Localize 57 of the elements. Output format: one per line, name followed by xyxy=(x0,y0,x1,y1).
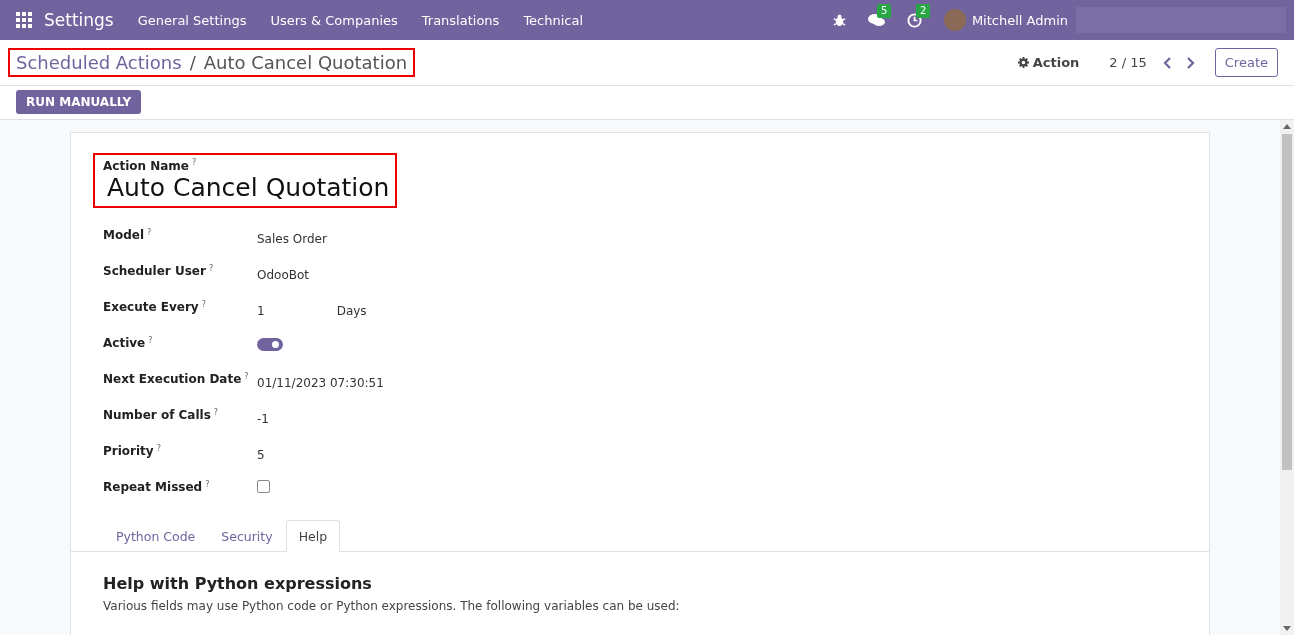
menu-item[interactable]: General Settings xyxy=(137,12,247,28)
field-label: Priority $^{?}$ xyxy=(103,443,162,460)
tab[interactable]: Security xyxy=(208,520,286,552)
field-label: Repeat Missed $^{?}$ xyxy=(103,479,211,496)
pager-value: 2 / 15 xyxy=(1109,55,1147,70)
menu-item[interactable]: Users & Companies xyxy=(270,12,398,28)
field-value[interactable]: 01/11/2023 07:30:51 xyxy=(257,376,384,402)
field-label: Number of Calls $^{?}$ xyxy=(103,407,220,424)
field-label: Active $^{?}$ xyxy=(103,335,154,352)
help-mark[interactable]: ? xyxy=(192,158,197,167)
scroll-down-icon[interactable] xyxy=(1283,626,1291,631)
help-text: Various fields may use Python code or Python expressions. The following variables can be used: xyxy=(103,599,681,613)
toggle-switch[interactable] xyxy=(257,338,283,351)
help-mark[interactable]: ? xyxy=(208,264,214,273)
user-name[interactable]: Mitchell Admin xyxy=(971,12,1068,28)
next-icon[interactable] xyxy=(1184,56,1195,69)
menu-item[interactable]: Translations xyxy=(421,12,500,28)
help-mark[interactable]: ? xyxy=(156,444,161,453)
scroll-up-icon[interactable] xyxy=(1283,124,1291,129)
field-value[interactable]: -1 xyxy=(257,412,269,438)
app-title[interactable]: Settings xyxy=(44,10,114,30)
field-label: Execute Every $^{?}$ xyxy=(103,299,207,316)
breadcrumb-link[interactable]: Scheduled Actions xyxy=(16,52,182,73)
field-label: Scheduler User $^{?}$ xyxy=(103,263,215,280)
gear-icon xyxy=(1017,57,1029,68)
activity-count: 2 xyxy=(915,3,931,18)
help-mark[interactable]: ? xyxy=(244,372,249,381)
help-mark[interactable]: ? xyxy=(147,228,152,237)
message-count: 5 xyxy=(876,4,892,18)
tab[interactable]: Python Code xyxy=(103,520,209,552)
help-mark[interactable]: ? xyxy=(148,336,153,345)
tab[interactable]: Help xyxy=(285,520,341,552)
menu-item[interactable]: Technical xyxy=(523,12,584,28)
create-button[interactable]: Create xyxy=(1214,48,1278,77)
action-menu[interactable]: Action xyxy=(1017,55,1080,70)
interval-value[interactable]: 1 xyxy=(257,304,265,330)
apps-grid-icon[interactable] xyxy=(16,12,32,28)
help-mark[interactable]: ? xyxy=(201,300,206,309)
help-heading: Help with Python expressions xyxy=(103,574,373,593)
bug-icon[interactable] xyxy=(832,13,846,27)
interval-unit[interactable]: Days xyxy=(336,304,367,330)
previous-icon[interactable] xyxy=(1162,56,1173,69)
help-mark[interactable]: ? xyxy=(205,480,210,489)
breadcrumb-separator: / xyxy=(189,52,196,73)
clock-icon[interactable] xyxy=(906,12,922,28)
field-label: Next Execution Date $^{?}$ xyxy=(103,371,250,388)
run-manually-button[interactable]: RUN MANUALLY xyxy=(16,90,142,114)
scrollbar[interactable] xyxy=(1280,120,1294,635)
field-label: Action Name $^{?}$ xyxy=(103,158,198,173)
field-value[interactable]: OdooBot xyxy=(257,268,310,294)
breadcrumb-current: Auto Cancel Quotation xyxy=(203,52,408,73)
field-value[interactable]: 5 xyxy=(257,448,265,474)
help-mark[interactable]: ? xyxy=(213,408,219,417)
field-label: Model $^{?}$ xyxy=(103,227,153,244)
action-name-value[interactable]: Auto Cancel Quotation xyxy=(107,173,390,202)
checkbox[interactable] xyxy=(257,480,270,493)
field-value[interactable]: Sales Order xyxy=(257,232,327,258)
